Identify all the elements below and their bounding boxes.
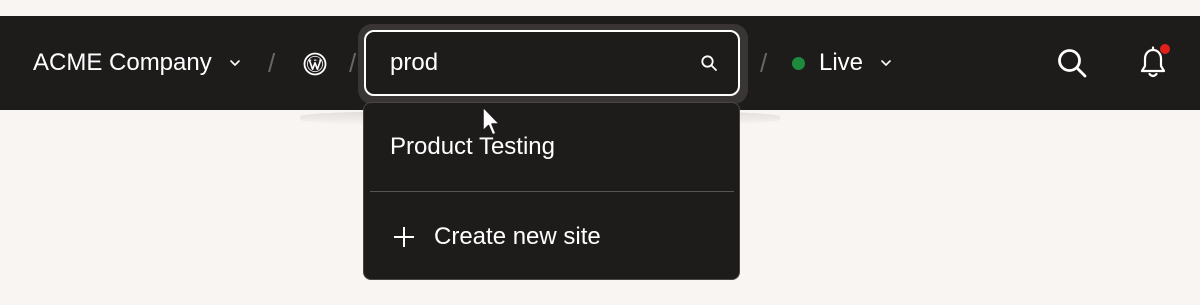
create-new-site-button[interactable]: Create new site bbox=[392, 223, 601, 251]
search-icon[interactable] bbox=[1056, 47, 1088, 79]
top-navigation-bar: ACME Company / / / Live bbox=[0, 16, 1200, 110]
plus-icon bbox=[394, 227, 414, 247]
breadcrumb-separator: / bbox=[760, 48, 768, 78]
notifications-button[interactable] bbox=[1139, 43, 1171, 80]
environment-switcher[interactable]: Live bbox=[792, 46, 893, 80]
environment-label: Live bbox=[819, 49, 864, 76]
chevron-down-icon bbox=[229, 60, 240, 66]
breadcrumb-separator: / bbox=[268, 48, 276, 78]
search-result-item[interactable]: Product Testing bbox=[390, 133, 555, 161]
live-status-dot bbox=[792, 56, 805, 70]
site-search-box[interactable] bbox=[364, 30, 740, 96]
chevron-down-icon bbox=[881, 60, 891, 66]
org-switcher[interactable]: ACME Company bbox=[33, 46, 242, 80]
wordpress-icon[interactable] bbox=[303, 52, 327, 76]
create-new-site-label: Create new site bbox=[434, 223, 601, 250]
breadcrumb-separator: / bbox=[349, 48, 357, 78]
dropdown-divider bbox=[370, 191, 734, 192]
org-name: ACME Company bbox=[33, 49, 212, 76]
site-search-input[interactable] bbox=[390, 45, 680, 81]
search-icon bbox=[701, 55, 717, 71]
notification-badge bbox=[1159, 43, 1171, 55]
mouse-pointer-icon bbox=[482, 106, 501, 136]
site-search-results-dropdown: Product Testing Create new site bbox=[363, 102, 740, 280]
